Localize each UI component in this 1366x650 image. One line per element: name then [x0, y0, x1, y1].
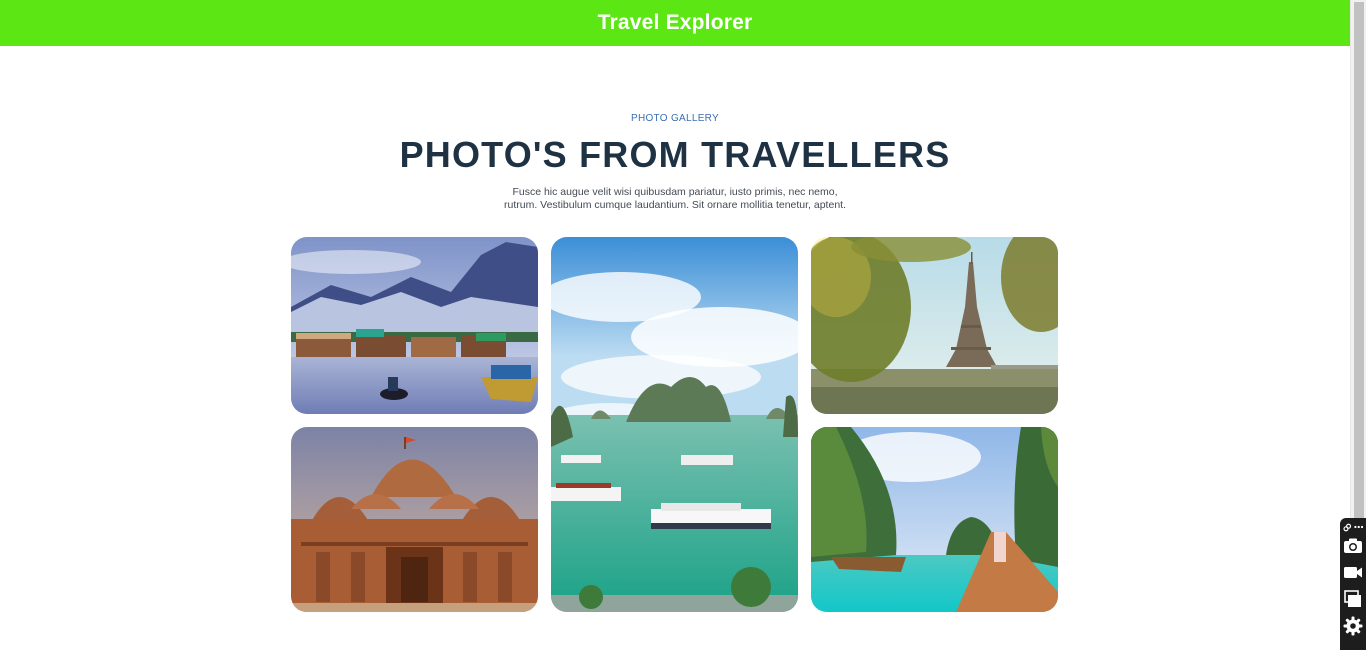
link-icon[interactable] — [1343, 523, 1352, 532]
photo-eiffel-tower[interactable] — [811, 237, 1058, 414]
capture-toolbar — [1340, 518, 1366, 650]
photo-grid — [0, 46, 1350, 650]
site-title[interactable]: Travel Explorer — [598, 11, 753, 35]
more-icon[interactable] — [1353, 525, 1363, 529]
toolbar-header — [1343, 521, 1363, 533]
camera-icon[interactable] — [1342, 535, 1364, 557]
photo-sandstone-temple[interactable] — [291, 427, 538, 612]
layers-icon[interactable] — [1342, 588, 1364, 610]
gear-icon[interactable] — [1342, 615, 1364, 637]
photo-lake-houseboats[interactable] — [291, 237, 538, 414]
photo-gallery-section: PHOTO GALLERY PHOTO'S FROM TRAVELLERS Fu… — [0, 46, 1350, 650]
photo-bay-islands[interactable] — [551, 237, 798, 612]
photo-tropical-cliffs[interactable] — [811, 427, 1058, 612]
site-header: Travel Explorer — [0, 0, 1350, 46]
video-icon[interactable] — [1342, 561, 1364, 583]
